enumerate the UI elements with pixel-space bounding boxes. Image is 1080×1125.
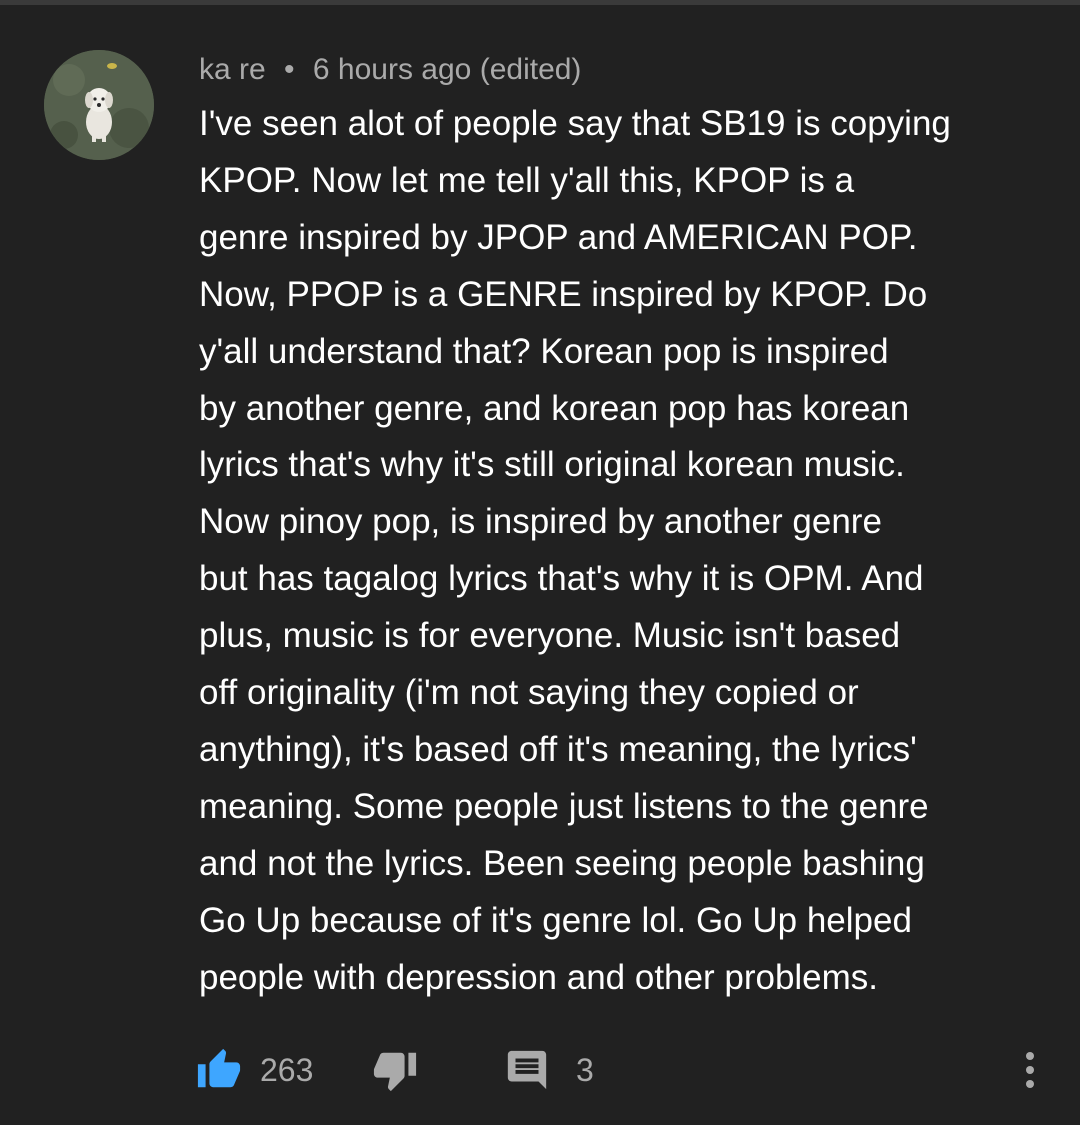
like-button[interactable]: 263 bbox=[196, 1042, 313, 1098]
author-name[interactable]: ka re bbox=[199, 53, 266, 86]
comment-line: I've seen alot of people say that SB19 i… bbox=[199, 104, 951, 143]
comment-line: by another genre, and korean pop has kor… bbox=[199, 388, 910, 428]
comment-actions: 263 3 bbox=[196, 1042, 1056, 1098]
comment-line: and not the lyrics. Been seeing people b… bbox=[199, 843, 925, 883]
comment-line: KPOP. Now let me tell y'all this, KPOP i… bbox=[199, 160, 855, 200]
reply-button[interactable]: 3 bbox=[504, 1042, 594, 1098]
comment-timestamp[interactable]: 6 hours ago bbox=[313, 53, 471, 86]
thumbs-down-icon bbox=[372, 1047, 418, 1093]
more-vert-icon bbox=[1014, 1047, 1046, 1093]
comment-line: Now, PPOP is a GENRE inspired by KPOP. D… bbox=[199, 274, 928, 314]
comment-line: off originality (i'm not saying they cop… bbox=[199, 673, 859, 713]
comment-line: y'all understand that? Korean pop is ins… bbox=[199, 331, 889, 371]
comment-header: ka re • 6 hours ago (edited) bbox=[199, 50, 581, 90]
comment-line: people with depression and other problem… bbox=[199, 957, 879, 997]
comment-thread-item: ka re • 6 hours ago (edited) I've seen a… bbox=[0, 0, 1080, 1125]
comment-text: I've seen alot of people say that SB19 i… bbox=[199, 96, 1049, 1007]
edited-label: (edited) bbox=[479, 53, 582, 86]
comment-line: Go Up because of it's genre lol. Go Up h… bbox=[199, 900, 912, 940]
thumbs-up-icon bbox=[196, 1047, 242, 1093]
comment-line: meaning. Some people just listens to the… bbox=[199, 786, 929, 826]
comment-line: anything), it's based off it's meaning, … bbox=[199, 729, 917, 769]
comment-line: but has tagalog lyrics that's why it is … bbox=[199, 559, 924, 599]
like-count: 263 bbox=[260, 1052, 314, 1088]
meta-separator: • bbox=[284, 53, 295, 86]
comment-line: genre inspired by JPOP and AMERICAN POP. bbox=[199, 217, 918, 257]
comment-line: plus, music is for everyone. Music isn't… bbox=[199, 616, 901, 656]
reply-count: 3 bbox=[576, 1052, 594, 1088]
avatar[interactable] bbox=[44, 50, 154, 160]
dislike-button[interactable] bbox=[372, 1042, 418, 1098]
comment-line: lyrics that's why it's still original ko… bbox=[199, 445, 905, 485]
comment-icon bbox=[504, 1047, 550, 1093]
comment-line: Now pinoy pop, is inspired by another ge… bbox=[199, 502, 882, 542]
more-options-button[interactable] bbox=[1014, 1042, 1046, 1098]
